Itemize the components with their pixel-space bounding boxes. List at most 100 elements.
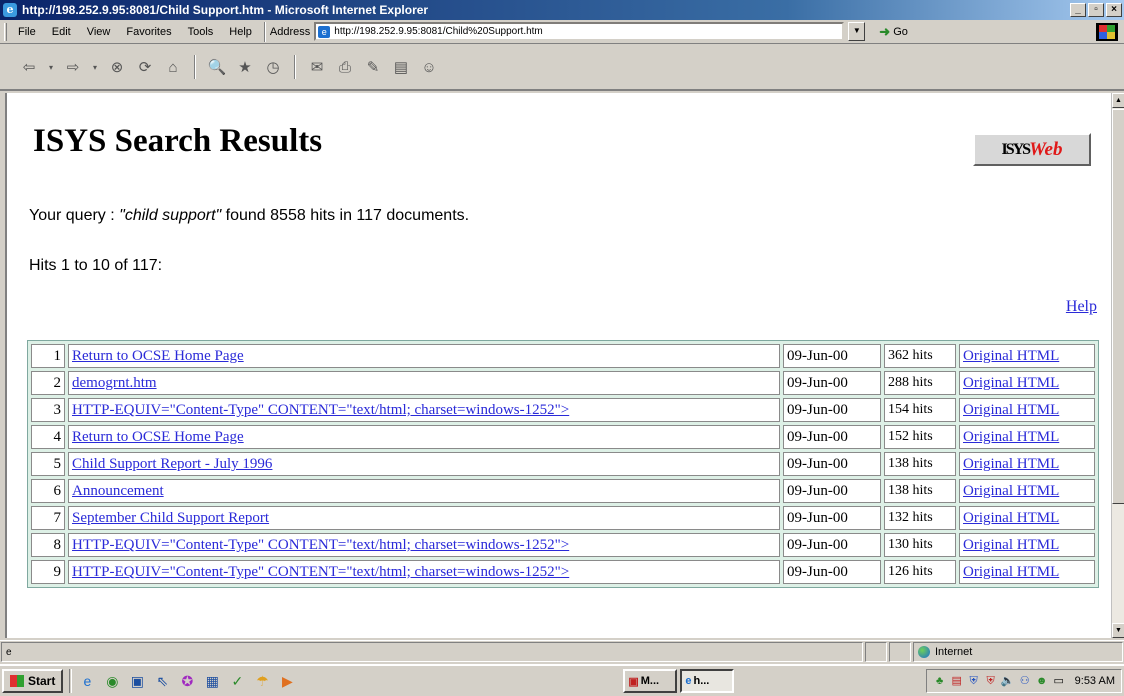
mail-icon[interactable]: ✉ bbox=[306, 56, 328, 78]
result-title-link[interactable]: Announcement bbox=[68, 479, 780, 503]
result-hits: 138 hits bbox=[884, 479, 956, 503]
tray-monitor-icon[interactable]: ▭ bbox=[1052, 674, 1066, 688]
result-original-link[interactable]: Original HTML bbox=[959, 344, 1095, 368]
result-original-link[interactable]: Original HTML bbox=[959, 398, 1095, 422]
discuss-icon[interactable]: ▤ bbox=[390, 56, 412, 78]
result-title-link[interactable]: HTTP-EQUIV="Content-Type" CONTENT="text/… bbox=[68, 398, 780, 422]
task-label: M... bbox=[640, 675, 660, 687]
result-title-link[interactable]: HTTP-EQUIV="Content-Type" CONTENT="text/… bbox=[68, 560, 780, 584]
edit-icon[interactable]: ✎ bbox=[362, 56, 384, 78]
forward-icon[interactable]: ⇨ bbox=[62, 56, 84, 78]
messenger-icon[interactable]: ☺ bbox=[418, 56, 440, 78]
menu-tools[interactable]: Tools bbox=[180, 26, 222, 38]
start-label: Start bbox=[28, 674, 56, 688]
isys-web-logo[interactable]: ISYS Web bbox=[973, 133, 1091, 166]
result-number: 5 bbox=[31, 452, 65, 476]
result-hits: 152 hits bbox=[884, 425, 956, 449]
menu-edit[interactable]: Edit bbox=[44, 26, 79, 38]
address-input[interactable]: e http://198.252.9.95:8081/Child%20Suppo… bbox=[314, 22, 845, 41]
maximize-button[interactable]: ▫ bbox=[1088, 3, 1104, 17]
result-hits: 132 hits bbox=[884, 506, 956, 530]
zone-label: Internet bbox=[935, 646, 973, 658]
hits-range: Hits 1 to 10 of 117: bbox=[29, 257, 163, 274]
result-row: 5 Child Support Report - July 1996 09-Jun-… bbox=[31, 452, 1095, 476]
result-number: 4 bbox=[31, 425, 65, 449]
minimize-button[interactable]: _ bbox=[1070, 3, 1086, 17]
tray-app-icon[interactable]: ♣ bbox=[933, 674, 947, 688]
result-original-link[interactable]: Original HTML bbox=[959, 371, 1095, 395]
scroll-down-arrow-icon[interactable]: ▼ bbox=[1112, 623, 1124, 638]
toolbar-separator bbox=[294, 55, 296, 79]
query-prefix: Your query : bbox=[29, 207, 120, 224]
result-number: 3 bbox=[31, 398, 65, 422]
result-date: 09-Jun-00 bbox=[783, 371, 881, 395]
close-button[interactable]: × bbox=[1106, 3, 1122, 17]
ie-quicklaunch-icon[interactable]: e bbox=[78, 672, 96, 690]
result-date: 09-Jun-00 bbox=[783, 479, 881, 503]
task-label: h... bbox=[693, 675, 710, 687]
toolbar: ⇦ ▾ ⇨ ▾ ⊗ ⟳ ⌂ 🔍 ★ ◷ ✉ ⎙ ✎ ▤ ☺ bbox=[0, 45, 1124, 91]
home-icon[interactable]: ⌂ bbox=[162, 56, 184, 78]
cursor-quicklaunch-icon[interactable]: ⇖ bbox=[153, 672, 171, 690]
tray-app-icon[interactable]: ▤ bbox=[950, 674, 964, 688]
tray-shield-icon[interactable]: ⛨ bbox=[967, 674, 981, 688]
app-quicklaunch-icon[interactable]: ✪ bbox=[178, 672, 196, 690]
result-date: 09-Jun-00 bbox=[783, 344, 881, 368]
result-title-link[interactable]: Child Support Report - July 1996 bbox=[68, 452, 780, 476]
help-link[interactable]: Help bbox=[1066, 298, 1097, 316]
vertical-scrollbar[interactable]: ▲ ▼ bbox=[1111, 93, 1124, 638]
tray-network-icon[interactable]: ⚇ bbox=[1018, 674, 1032, 688]
result-original-link[interactable]: Original HTML bbox=[959, 452, 1095, 476]
back-icon[interactable]: ⇦ bbox=[18, 56, 40, 78]
go-arrow-icon: ➜ bbox=[879, 23, 891, 39]
globe-icon bbox=[918, 646, 930, 658]
status-page-icon: e bbox=[6, 646, 12, 658]
address-dropdown-button[interactable]: ▼ bbox=[848, 22, 866, 41]
menu-help[interactable]: Help bbox=[221, 26, 260, 38]
result-row: 8 HTTP-EQUIV="Content-Type" CONTENT="text… bbox=[31, 533, 1095, 557]
result-title-link[interactable]: Return to OCSE Home Page bbox=[68, 425, 780, 449]
scroll-thumb[interactable] bbox=[1112, 109, 1124, 504]
scroll-up-arrow-icon[interactable]: ▲ bbox=[1112, 93, 1124, 108]
media-quicklaunch-icon[interactable]: ▶ bbox=[278, 672, 296, 690]
network-quicklaunch-icon[interactable]: ☂ bbox=[253, 672, 271, 690]
print-icon[interactable]: ⎙ bbox=[334, 56, 356, 78]
result-title-link[interactable]: demogrnt.htm bbox=[68, 371, 780, 395]
task-button-active[interactable]: e h... bbox=[680, 669, 735, 693]
menu-file[interactable]: File bbox=[10, 26, 44, 38]
desktop-quicklaunch-icon[interactable]: ▣ bbox=[128, 672, 146, 690]
result-title-link[interactable]: Return to OCSE Home Page bbox=[68, 344, 780, 368]
forward-dropdown-icon[interactable]: ▾ bbox=[90, 56, 100, 78]
title-bar: e http://198.252.9.95:8081/Child Support… bbox=[0, 0, 1124, 20]
result-row: 2 demogrnt.htm 09-Jun-00 288 hits Original H… bbox=[31, 371, 1095, 395]
task-button[interactable]: ▣ M... bbox=[623, 669, 678, 693]
tray-user-icon[interactable]: ☻ bbox=[1035, 674, 1049, 688]
clock: 9:53 AM bbox=[1074, 675, 1115, 687]
result-original-link[interactable]: Original HTML bbox=[959, 479, 1095, 503]
result-original-link[interactable]: Original HTML bbox=[959, 560, 1095, 584]
history-icon[interactable]: ◷ bbox=[262, 56, 284, 78]
menu-view[interactable]: View bbox=[79, 26, 119, 38]
stop-icon[interactable]: ⊗ bbox=[106, 56, 128, 78]
taskbar: Start e ◉ ▣ ⇖ ✪ ▦ ✓ ☂ ▶ ▣ M... e h... ♣ … bbox=[0, 664, 1124, 696]
go-button[interactable]: ➜ Go bbox=[879, 24, 908, 40]
toolbar-separator bbox=[194, 55, 196, 79]
result-original-link[interactable]: Original HTML bbox=[959, 533, 1095, 557]
tray-speaker-icon[interactable]: 🔈 bbox=[1001, 674, 1015, 688]
quicklaunch-separator bbox=[69, 669, 73, 693]
back-dropdown-icon[interactable]: ▾ bbox=[46, 56, 56, 78]
result-original-link[interactable]: Original HTML bbox=[959, 506, 1095, 530]
tray-shield-icon[interactable]: ⛨ bbox=[984, 674, 998, 688]
notes-quicklaunch-icon[interactable]: ✓ bbox=[228, 672, 246, 690]
menu-favorites[interactable]: Favorites bbox=[118, 26, 179, 38]
calc-quicklaunch-icon[interactable]: ▦ bbox=[203, 672, 221, 690]
search-icon[interactable]: 🔍 bbox=[206, 56, 228, 78]
result-title-link[interactable]: HTTP-EQUIV="Content-Type" CONTENT="text/… bbox=[68, 533, 780, 557]
outlook-quicklaunch-icon[interactable]: ◉ bbox=[103, 672, 121, 690]
start-button[interactable]: Start bbox=[2, 669, 64, 693]
refresh-icon[interactable]: ⟳ bbox=[134, 56, 156, 78]
result-original-link[interactable]: Original HTML bbox=[959, 425, 1095, 449]
task-app-icon: ▣ bbox=[628, 675, 639, 688]
favorites-icon[interactable]: ★ bbox=[234, 56, 256, 78]
result-title-link[interactable]: September Child Support Report bbox=[68, 506, 780, 530]
